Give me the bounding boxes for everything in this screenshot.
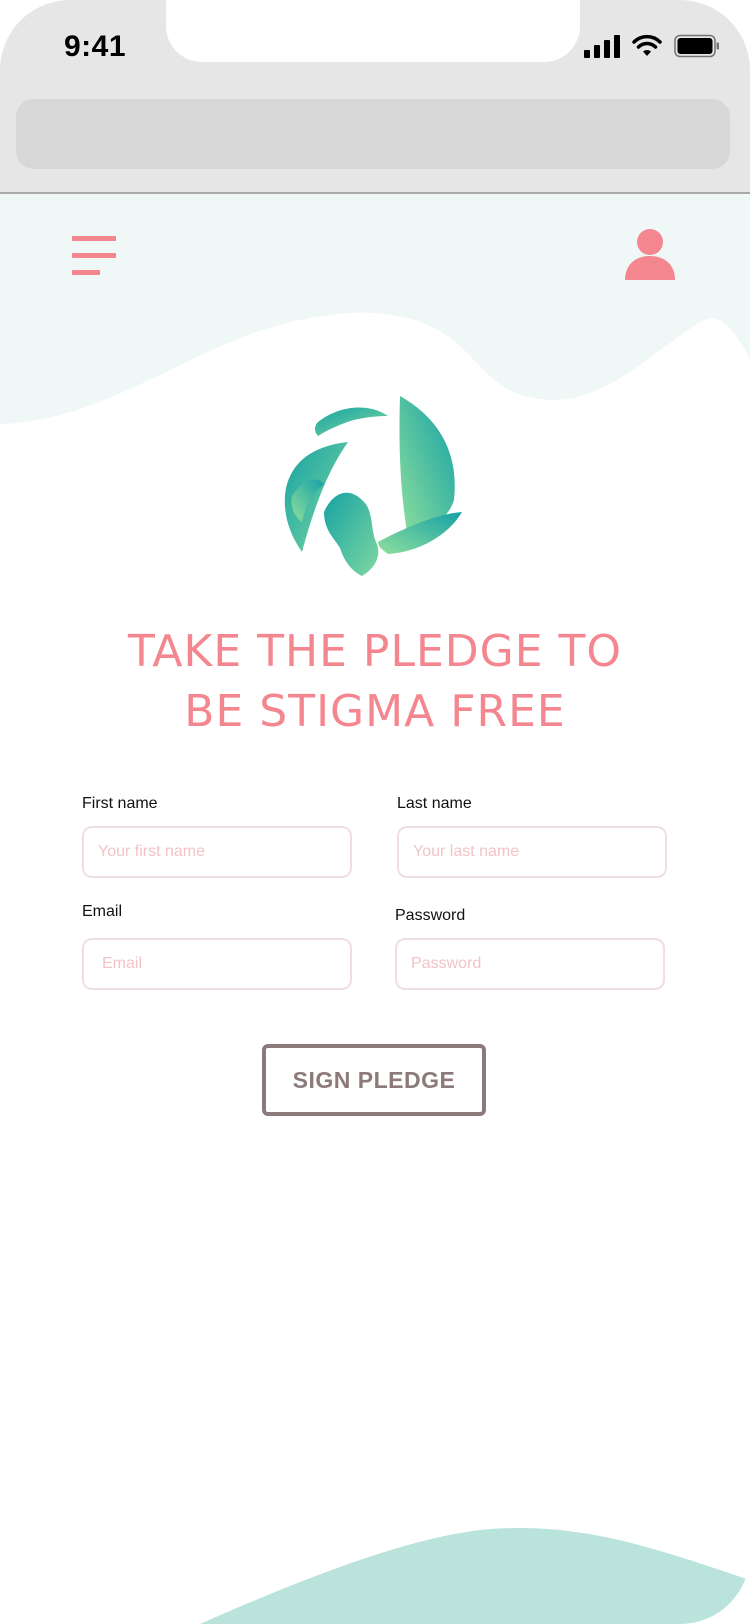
notch (166, 0, 580, 62)
password-field[interactable] (395, 938, 665, 990)
bottom-wave-decoration (200, 1528, 750, 1624)
email-label: Email (82, 903, 123, 920)
status-bar: 9:41 (0, 0, 750, 84)
wifi-icon (632, 34, 662, 56)
pledge-title: TAKE THE PLEDGE TO BE STIGMA FREE (60, 622, 690, 742)
last-name-label: Last name (397, 795, 472, 812)
url-field[interactable] (16, 99, 730, 169)
email-field[interactable] (82, 938, 352, 990)
browser-toolbar (0, 84, 750, 194)
status-icons (584, 34, 720, 58)
leaf-circle-logo-icon (284, 396, 462, 576)
signal-icon (584, 34, 620, 58)
pledge-title-line-1: TAKE THE PLEDGE TO (127, 626, 623, 677)
status-time: 9:41 (64, 30, 127, 63)
sign-pledge-button[interactable]: SIGN PLEDGE (262, 1044, 486, 1116)
phone-screen: 9:41 TAKE THE PLEDGE TO BE STIGMA FREE F… (0, 0, 750, 1624)
hamburger-menu-icon[interactable] (70, 236, 118, 278)
password-label: Password (395, 907, 466, 924)
last-name-field[interactable] (397, 826, 667, 878)
pledge-title-line-2: BE STIGMA FREE (184, 686, 566, 737)
first-name-field[interactable] (82, 826, 352, 878)
user-icon[interactable] (624, 228, 676, 280)
first-name-label: First name (82, 795, 158, 812)
battery-icon (674, 34, 719, 58)
